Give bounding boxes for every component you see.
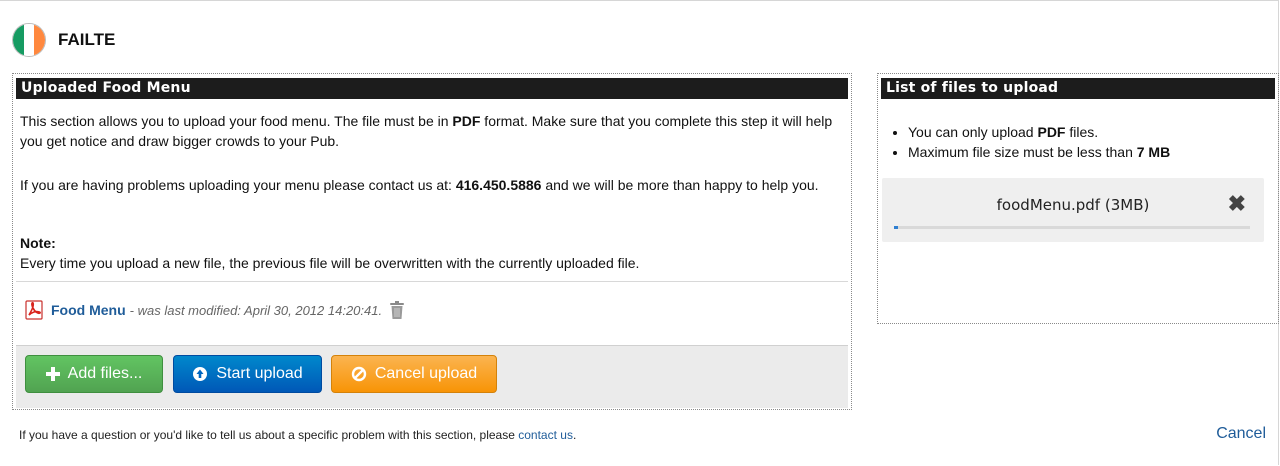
plus-icon — [45, 367, 60, 381]
flag-orange — [34, 24, 45, 56]
upload-circle-icon — [192, 366, 208, 382]
note-text: Every time you upload a new file, the pr… — [20, 255, 640, 271]
add-files-button[interactable]: Add files... — [25, 355, 163, 393]
ban-icon — [351, 366, 367, 382]
cancel-upload-button[interactable]: Cancel upload — [331, 355, 497, 393]
list-item: Maximum file size must be less than 7 MB — [908, 142, 1170, 162]
note-label: Note: — [20, 235, 56, 251]
upload-progress-fill — [894, 226, 898, 229]
pdf-icon — [25, 300, 43, 320]
file-modified-text: - was last modified: April 30, 2012 14:2… — [129, 302, 383, 318]
list-item: You can only upload PDF files. — [908, 122, 1170, 142]
current-file-row: Food Menu - was last modified: April 30,… — [25, 300, 406, 320]
cancel-link[interactable]: Cancel — [1216, 425, 1266, 443]
irish-flag-icon — [12, 23, 46, 57]
contact-us-link[interactable]: contact us — [518, 428, 573, 442]
upload-button-bar: Add files... Start upload Cancel upload — [16, 345, 848, 408]
upload-progress-bar — [894, 226, 1250, 229]
uploaded-menu-panel: Uploaded Food Menu This section allows y… — [12, 73, 852, 410]
trash-icon[interactable] — [388, 300, 406, 320]
contact-paragraph: If you are having problems uploading you… — [20, 177, 819, 193]
uploaded-menu-panel-title: Uploaded Food Menu — [16, 78, 848, 99]
upload-rules-list: You can only upload PDF files. Maximum f… — [892, 122, 1170, 162]
divider — [16, 281, 848, 282]
flag-white — [23, 24, 35, 56]
note-paragraph: Note: Every time you upload a new file, t… — [20, 233, 842, 273]
queued-file-name: foodMenu.pdf (3MB) — [996, 196, 1150, 214]
page-header: FAILTE — [12, 22, 115, 58]
upload-queue-panel-title: List of files to upload — [881, 78, 1275, 99]
footer-help-text: If you have a question or you'd like to … — [19, 428, 577, 442]
upload-queue-panel: List of files to upload You can only upl… — [877, 73, 1279, 324]
close-icon[interactable]: ✖ — [1228, 192, 1246, 216]
start-upload-button[interactable]: Start upload — [173, 355, 322, 393]
queued-file-item: foodMenu.pdf (3MB) ✖ — [882, 178, 1264, 242]
food-menu-link[interactable]: Food Menu — [51, 302, 126, 318]
page-title: FAILTE — [58, 30, 116, 49]
flag-green — [13, 24, 24, 56]
intro-paragraph: This section allows you to upload your f… — [20, 113, 833, 149]
